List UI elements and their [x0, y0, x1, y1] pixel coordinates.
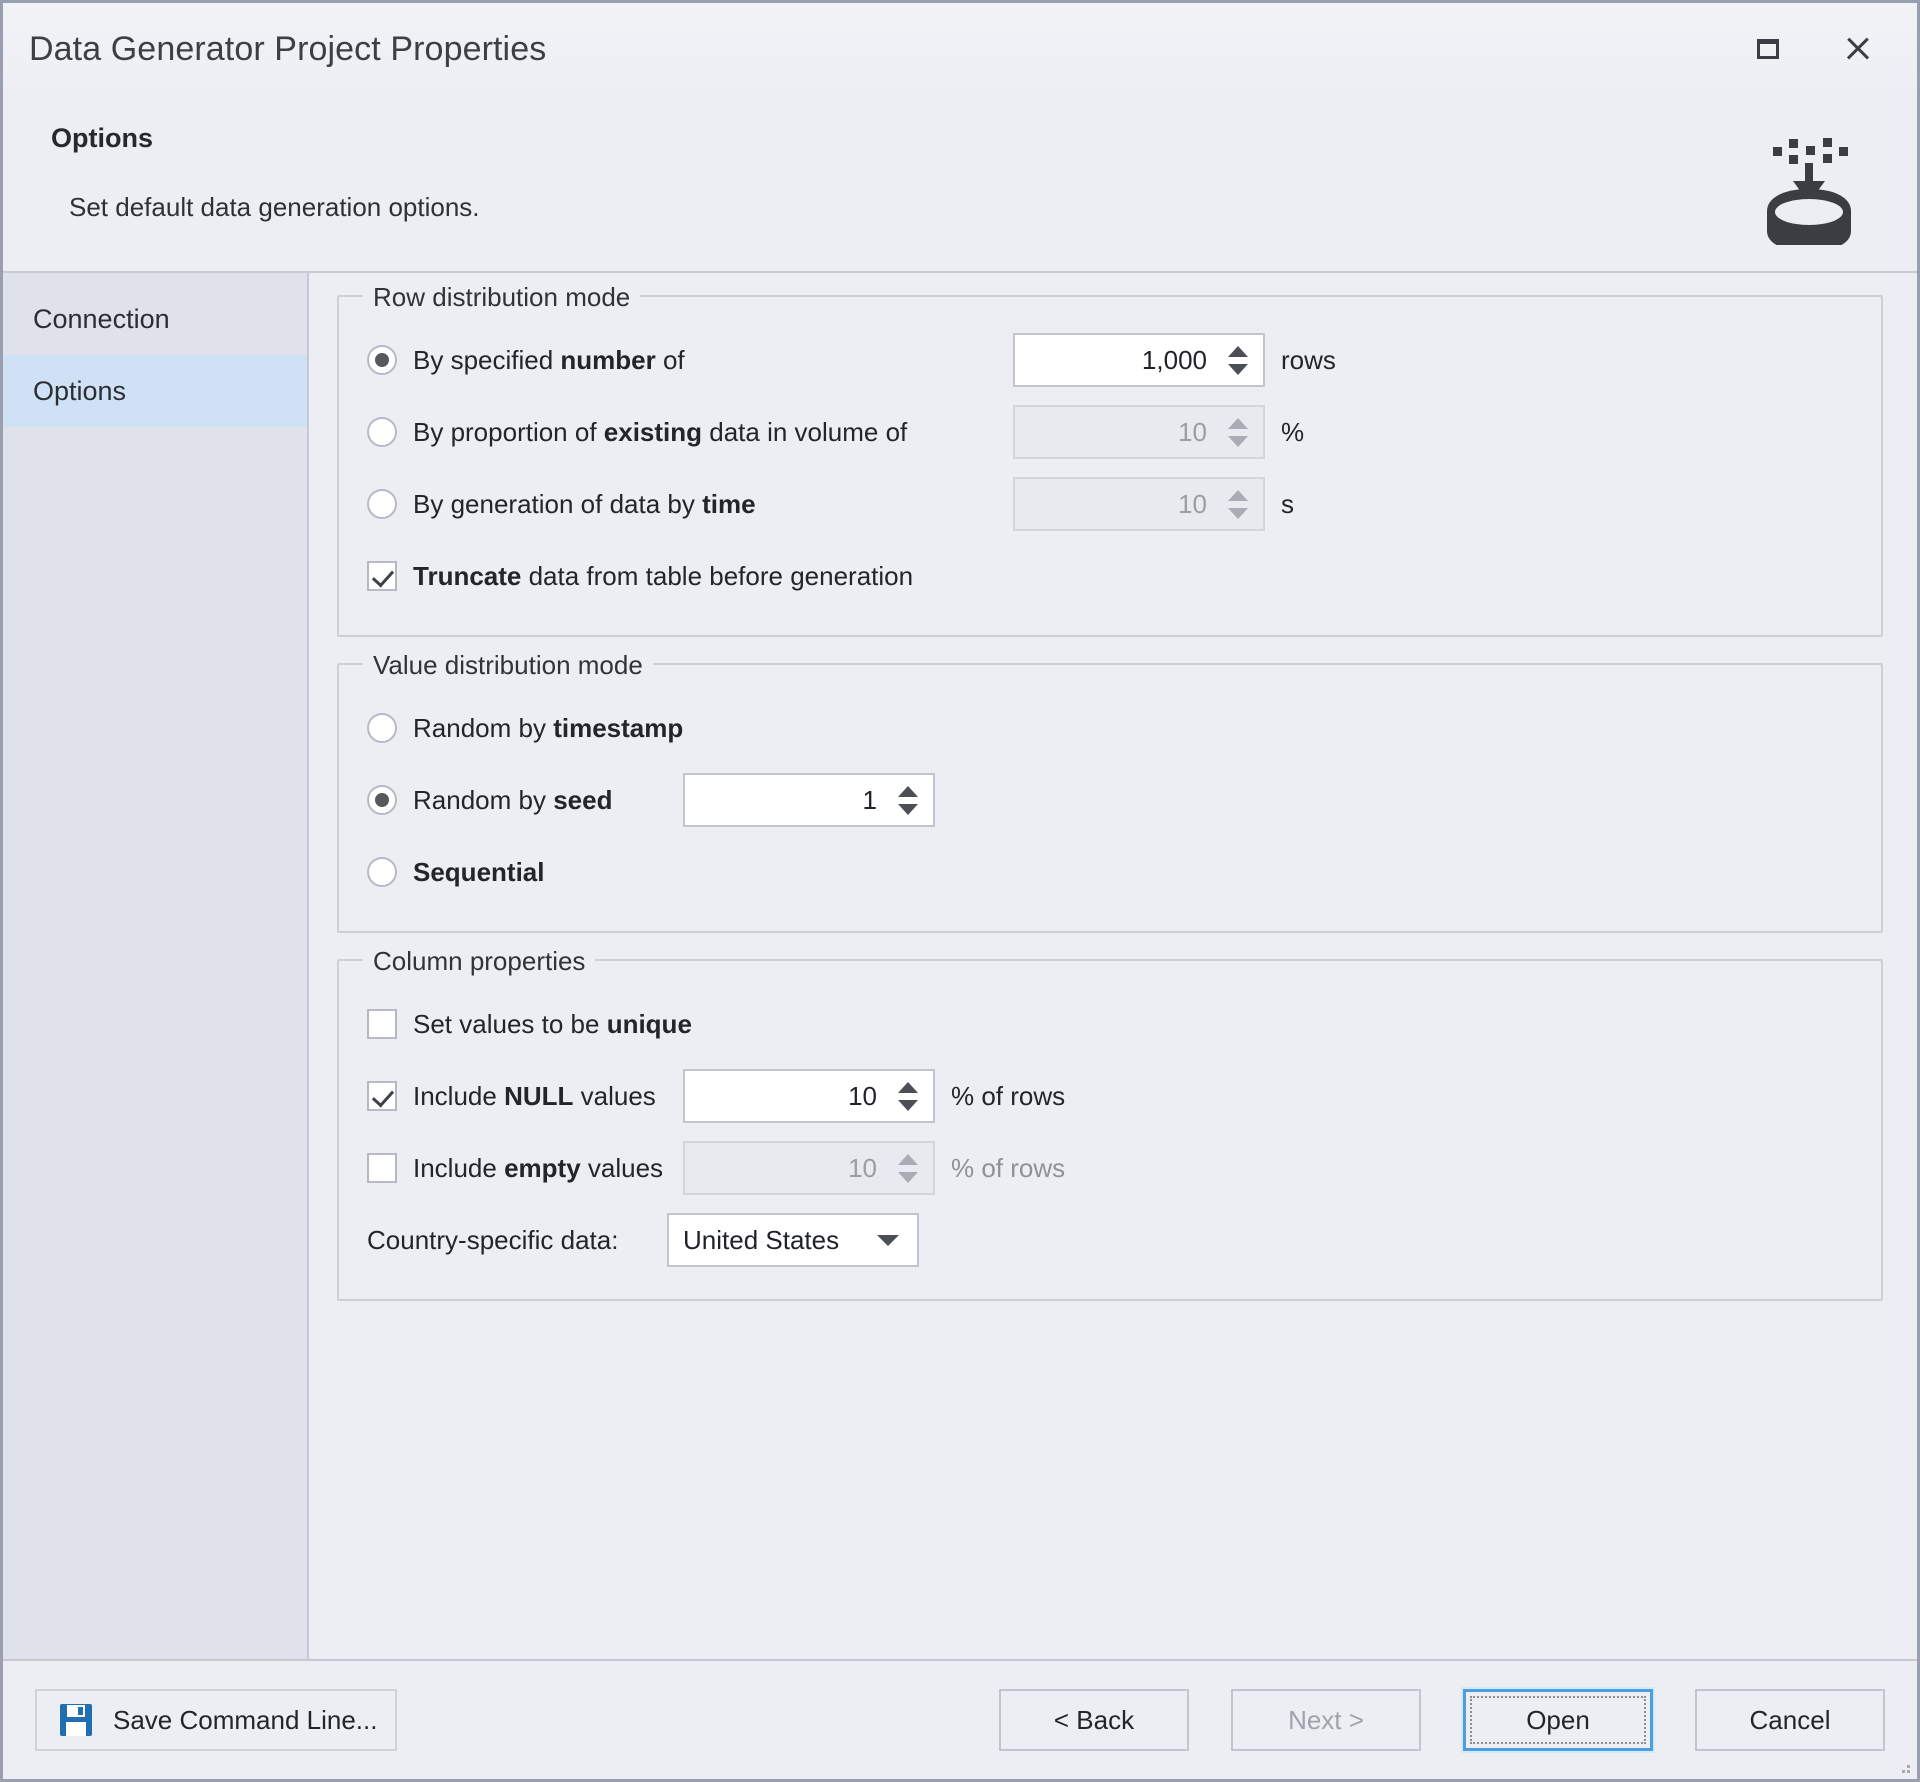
select-value: United States: [683, 1224, 840, 1255]
dialog-footer: Save Command Line... < Back Next > Open …: [3, 1659, 1917, 1779]
checkbox-include-empty-values[interactable]: [367, 1153, 397, 1183]
open-label: Open: [1526, 1704, 1590, 1735]
select-country-specific-data[interactable]: United States: [667, 1213, 919, 1267]
spinner-arrows[interactable]: [1225, 407, 1251, 457]
row-country-specific: Country-specific data: United States: [367, 1211, 1853, 1269]
spin-proportion-percent[interactable]: 10: [1013, 405, 1265, 459]
page-subtitle: Set default data generation options.: [69, 192, 480, 222]
radio-by-generation-time[interactable]: [367, 489, 397, 519]
page-title: Options: [51, 123, 153, 153]
spinner-arrows[interactable]: [895, 1143, 921, 1193]
value-option-label: Random by timestamp: [413, 712, 684, 743]
row-option-generation-time: By generation of data by time 10 s: [367, 475, 1853, 533]
country-label: Country-specific data:: [367, 1224, 619, 1255]
empty-values-label: Include empty values: [413, 1152, 664, 1183]
row-option-proportion-existing: By proportion of existing data in volume…: [367, 403, 1853, 461]
chevron-down-icon[interactable]: [877, 1235, 899, 1246]
footer-buttons: < Back Next > Open Cancel: [999, 1689, 1885, 1751]
sidebar-item-label: Options: [33, 375, 127, 406]
radio-random-by-seed[interactable]: [367, 785, 397, 815]
unit-percent-of-rows: % of rows: [951, 1080, 1066, 1111]
checkbox-set-values-unique[interactable]: [367, 1009, 397, 1039]
spin-seed-value[interactable]: 1: [683, 773, 935, 827]
row-distribution-group: Row distribution mode By specified numbe…: [337, 280, 1883, 637]
row-option-specified-number: By specified number of 1,000 rows: [367, 331, 1853, 389]
truncate-label: Truncate data from table before generati…: [413, 560, 914, 591]
resize-grip[interactable]: [1894, 1757, 1912, 1775]
checkbox-truncate-before-generation[interactable]: [367, 561, 397, 591]
unique-label: Set values to be unique: [413, 1008, 692, 1039]
spinner-arrows[interactable]: [895, 1071, 921, 1121]
sidebar: Connection Options: [3, 273, 309, 1659]
cancel-button[interactable]: Cancel: [1695, 1689, 1885, 1751]
dialog-window: Data Generator Project Properties Option…: [0, 0, 1920, 1782]
value-distribution-group: Value distribution mode Random by timest…: [337, 648, 1883, 933]
value-option-label: Sequential: [413, 856, 545, 887]
row-unique-values: Set values to be unique: [367, 995, 1853, 1053]
back-button[interactable]: < Back: [999, 1689, 1189, 1751]
save-command-line-button[interactable]: Save Command Line...: [35, 1689, 398, 1751]
row-option-label: By specified number of: [413, 344, 685, 375]
back-label: < Back: [1053, 1704, 1135, 1735]
options-panel: Row distribution mode By specified numbe…: [309, 273, 1917, 1659]
value-option-random-seed: Random by seed 1: [367, 771, 1853, 829]
column-properties-group: Column properties Set values to be uniqu…: [337, 944, 1883, 1301]
unit-percent: %: [1281, 416, 1305, 447]
sidebar-item-label: Connection: [33, 303, 170, 334]
radio-by-proportion-existing[interactable]: [367, 417, 397, 447]
row-empty-values: Include empty values 10 % of rows: [367, 1139, 1853, 1197]
radio-random-by-timestamp[interactable]: [367, 713, 397, 743]
close-icon[interactable]: [1835, 26, 1881, 72]
spinner-arrows[interactable]: [1225, 335, 1251, 385]
row-option-label: By generation of data by time: [413, 488, 756, 519]
sidebar-item-options[interactable]: Options: [3, 355, 307, 427]
spin-rows-count[interactable]: 1,000: [1013, 333, 1265, 387]
next-button: Next >: [1231, 1689, 1421, 1751]
radio-by-specified-number[interactable]: [367, 345, 397, 375]
column-properties-legend: Column properties: [363, 944, 596, 978]
sidebar-item-connection[interactable]: Connection: [3, 283, 307, 355]
value-option-random-timestamp: Random by timestamp: [367, 699, 1853, 757]
value-distribution-legend: Value distribution mode: [363, 648, 653, 682]
value-option-label: Random by seed: [413, 784, 613, 815]
spin-generation-seconds[interactable]: 10: [1013, 477, 1265, 531]
window-controls: [1745, 3, 1911, 95]
null-values-label: Include NULL values: [413, 1080, 656, 1111]
maximize-icon[interactable]: [1745, 26, 1791, 72]
cancel-label: Cancel: [1749, 1704, 1831, 1735]
save-command-line-label: Save Command Line...: [113, 1704, 378, 1735]
checkbox-include-null-values[interactable]: [367, 1081, 397, 1111]
value-option-sequential: Sequential: [367, 843, 1853, 901]
window-title: Data Generator Project Properties: [29, 29, 547, 68]
row-truncate: Truncate data from table before generati…: [367, 547, 1853, 605]
radio-sequential[interactable]: [367, 857, 397, 887]
next-label: Next >: [1288, 1704, 1364, 1735]
page-header: Options Set default data generation opti…: [3, 95, 1917, 273]
row-null-values: Include NULL values 10 % of rows: [367, 1067, 1853, 1125]
spinner-arrows[interactable]: [1225, 479, 1251, 529]
spinner-arrows[interactable]: [895, 775, 921, 825]
unit-rows: rows: [1281, 344, 1336, 375]
unit-percent-of-rows: % of rows: [951, 1152, 1066, 1183]
spin-null-percent[interactable]: 10: [683, 1069, 935, 1123]
spin-empty-percent[interactable]: 10: [683, 1141, 935, 1195]
data-generator-icon: [1749, 125, 1869, 251]
open-button[interactable]: Open: [1463, 1689, 1653, 1751]
row-option-label: By proportion of existing data in volume…: [413, 416, 908, 447]
row-distribution-legend: Row distribution mode: [363, 280, 641, 314]
floppy-disk-icon: [59, 1703, 93, 1737]
unit-seconds: s: [1281, 488, 1294, 519]
title-bar: Data Generator Project Properties: [3, 3, 1917, 95]
dialog-body: Connection Options Row distribution mode…: [3, 273, 1917, 1659]
